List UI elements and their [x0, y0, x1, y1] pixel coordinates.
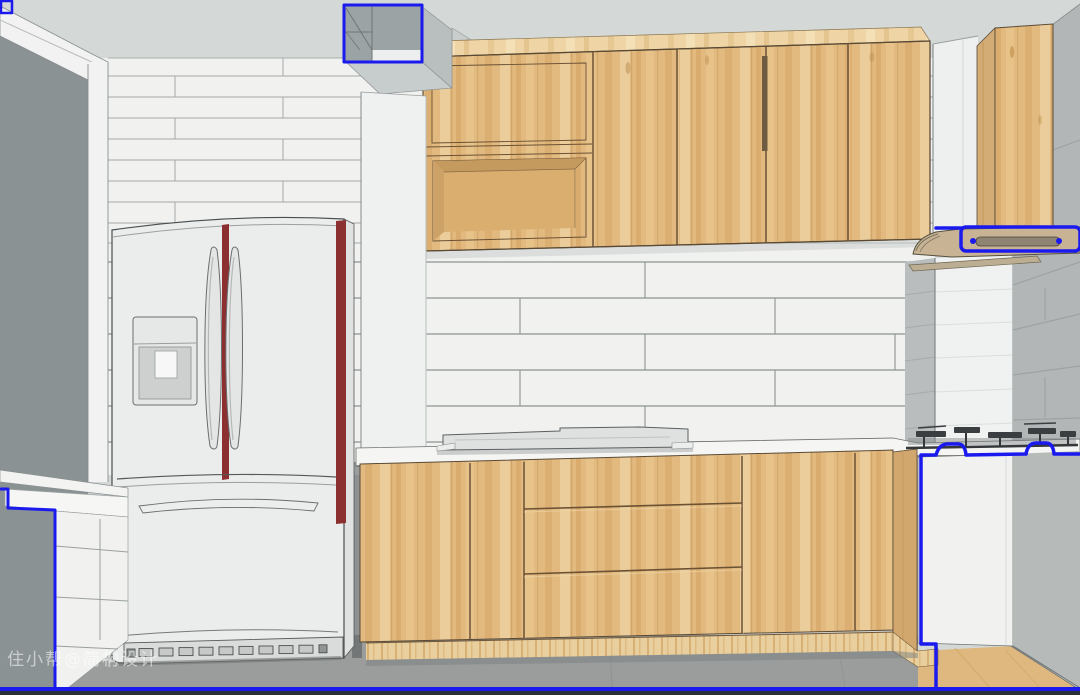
tall-wood-cabinet[interactable]	[977, 24, 1053, 237]
right-wall-corner	[905, 255, 1013, 452]
fridge-handle-right	[226, 247, 243, 449]
refrigerator[interactable]	[112, 217, 354, 666]
base-cabinet-end-panel	[893, 449, 917, 651]
upper-wall-cabinets[interactable]	[423, 27, 930, 259]
water-dispenser[interactable]	[133, 317, 197, 405]
floor-front-edge	[0, 687, 1080, 691]
bottom-strip	[0, 691, 1080, 695]
base-cabinets[interactable]	[360, 449, 938, 667]
fridge-handle-left	[205, 247, 222, 449]
tall-white-panel[interactable]	[933, 36, 978, 233]
watermark: 住小帮@简构设计	[7, 645, 159, 670]
fridge-trim-right	[336, 220, 346, 524]
cabinet-handle-groove	[762, 56, 768, 151]
watermark-plus-mark: +	[100, 648, 118, 673]
wall-column	[361, 92, 426, 464]
render-viewport: 住小帮@简构设计 +	[0, 0, 1080, 695]
